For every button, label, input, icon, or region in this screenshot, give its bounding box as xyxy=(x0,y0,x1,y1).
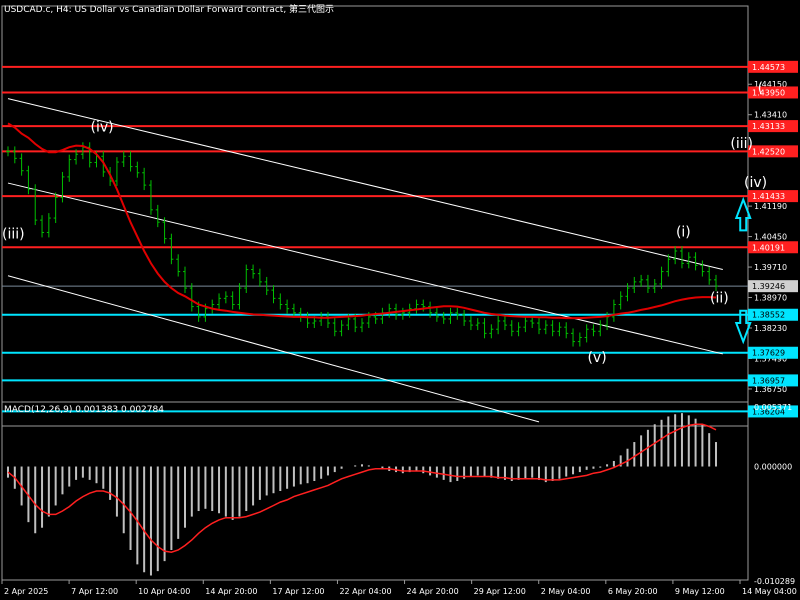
price-tick-label: 1.38970 xyxy=(754,294,787,303)
wave-label: (iii) xyxy=(730,136,753,152)
level-label: 1.44573 xyxy=(752,63,785,72)
price-tick-label: 1.39710 xyxy=(754,263,787,272)
macd-tick-label: 0.000000 xyxy=(754,463,792,472)
price-tick-label: 1.43410 xyxy=(754,111,787,120)
time-tick-label: 17 Apr 12:00 xyxy=(272,587,324,596)
current-price-label: 1.39246 xyxy=(752,282,785,291)
level-label: 1.42520 xyxy=(752,147,785,156)
wave-label: (iv) xyxy=(744,175,767,191)
level-label: 1.37629 xyxy=(752,349,785,358)
wave-label: ( xyxy=(758,80,763,96)
wave-label: (iv) xyxy=(91,120,114,136)
time-tick-label: 14 May 04:00 xyxy=(742,587,797,596)
wave-label: (v) xyxy=(587,350,606,366)
time-tick-label: 7 Apr 12:00 xyxy=(71,587,118,596)
level-label: 1.38552 xyxy=(752,311,785,320)
price-tick-label: 1.38230 xyxy=(754,324,787,333)
time-tick-label: 10 Apr 04:00 xyxy=(138,587,190,596)
price-tick-label: 1.41190 xyxy=(754,202,787,211)
moving-average-line xyxy=(7,122,717,320)
price-chart[interactable]: 1.441501.434101.411901.404501.397101.389… xyxy=(0,0,800,600)
price-tick-label: 1.40450 xyxy=(754,233,787,242)
wave-label: (i) xyxy=(676,225,691,241)
level-label: 1.43133 xyxy=(752,122,785,131)
level-label: 1.36957 xyxy=(752,376,785,385)
time-tick-label: 29 Apr 12:00 xyxy=(474,587,526,596)
level-label: 1.40191 xyxy=(752,243,785,252)
time-tick-label: 6 May 20:00 xyxy=(608,587,658,596)
channel-line xyxy=(7,182,723,355)
macd-signal-line xyxy=(7,423,717,553)
time-tick-label: 14 Apr 20:00 xyxy=(205,587,257,596)
macd-panel-frame xyxy=(1,401,749,581)
time-tick-label: 2 May 04:00 xyxy=(541,587,591,596)
level-label: 1.41433 xyxy=(752,192,785,201)
macd-label: MACD(12,26,9) 0.001383 0.002784 xyxy=(4,405,164,415)
price-panel-frame xyxy=(1,5,749,427)
time-tick-label: 9 May 12:00 xyxy=(675,587,725,596)
chart-title: USDCAD.c, H4: US Dollar vs Canadian Doll… xyxy=(4,5,335,15)
time-tick-label: 22 Apr 04:00 xyxy=(339,587,391,596)
time-tick-label: 24 Apr 20:00 xyxy=(407,587,459,596)
wave-label: (iii) xyxy=(2,227,25,243)
time-tick-label: 2 Apr 2025 xyxy=(4,587,48,596)
wave-label: (ii) xyxy=(710,290,729,306)
macd-tick-label: -0.010289 xyxy=(754,577,795,586)
macd-tick-label: 0.005371 xyxy=(754,403,792,412)
